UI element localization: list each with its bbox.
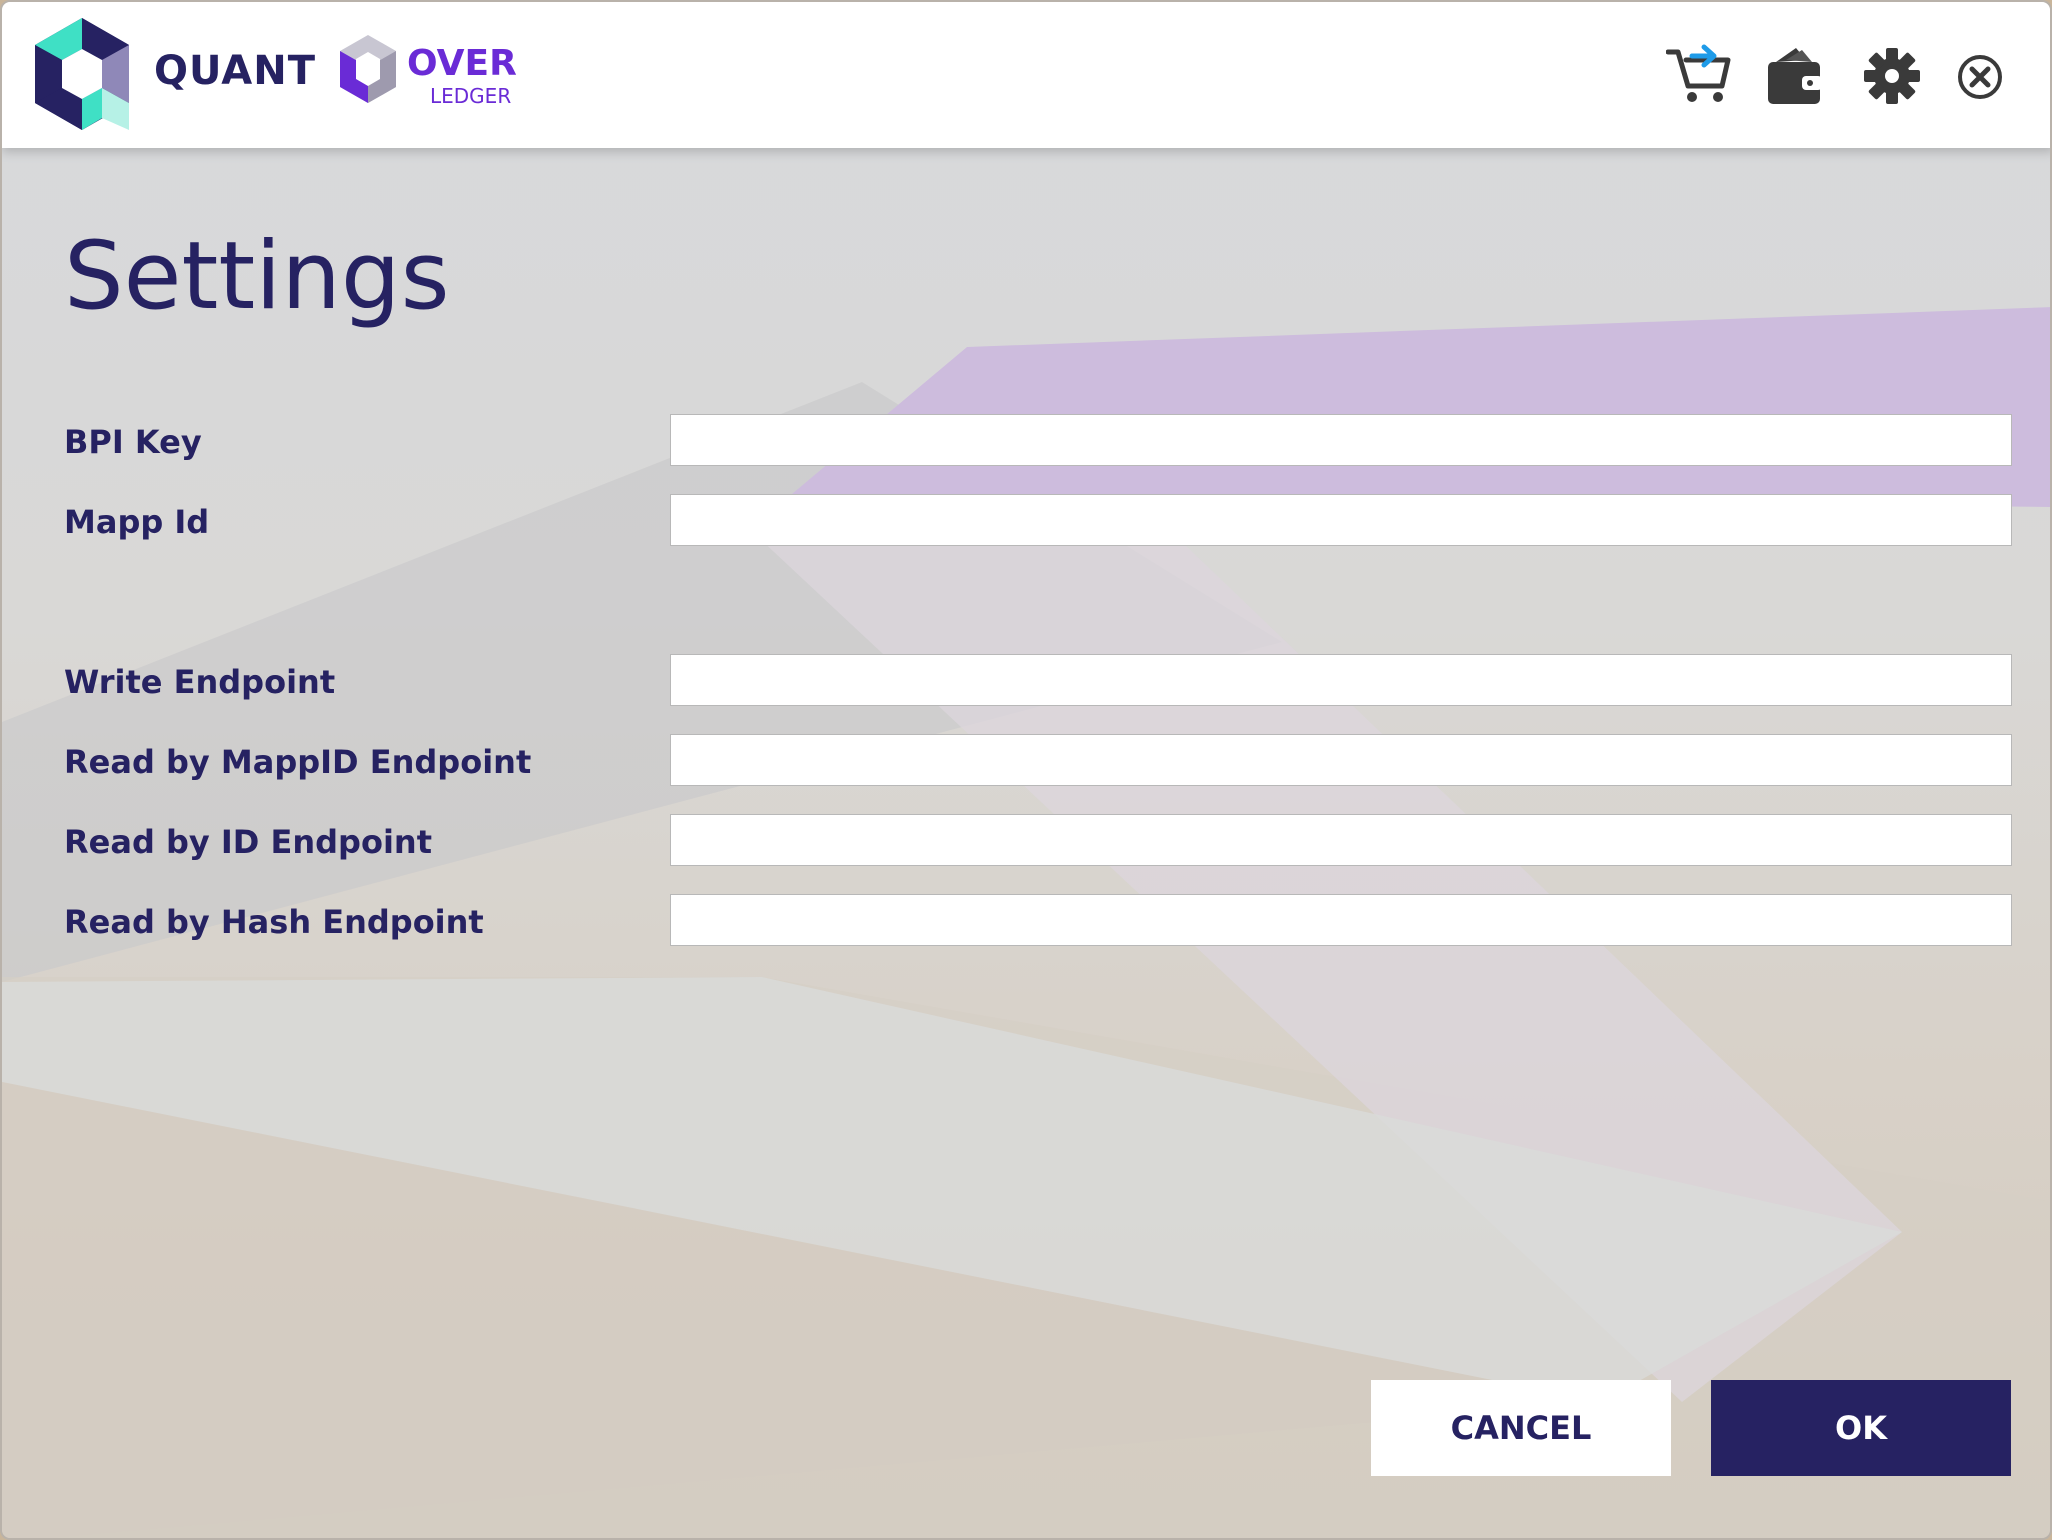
- mapp-id-input[interactable]: [670, 494, 2012, 546]
- overledger-brand-subtext: LEDGER: [430, 84, 512, 108]
- bpi-key-label: BPI Key: [64, 423, 202, 461]
- read-by-id-endpoint-label: Read by ID Endpoint: [64, 823, 432, 861]
- bpi-key-input[interactable]: [670, 414, 2012, 466]
- app-header: QUANT OVER LEDGER: [2, 2, 2050, 148]
- settings-window: QUANT OVER LEDGER Settings BPI Key Mapp …: [0, 0, 2052, 1540]
- wallet-icon[interactable]: [1766, 46, 1824, 106]
- read-by-mappid-endpoint-input[interactable]: [670, 734, 2012, 786]
- overledger-brand-text: OVER: [407, 43, 517, 84]
- write-endpoint-label: Write Endpoint: [64, 663, 336, 701]
- page-title: Settings: [64, 222, 450, 331]
- ok-button[interactable]: OK: [1711, 1380, 2011, 1476]
- read-by-hash-endpoint-label: Read by Hash Endpoint: [64, 903, 484, 941]
- cart-transfer-icon[interactable]: [1666, 42, 1732, 106]
- cancel-button[interactable]: CANCEL: [1371, 1380, 1671, 1476]
- write-endpoint-input[interactable]: [670, 654, 2012, 706]
- quant-logo-icon: [35, 18, 129, 130]
- read-by-hash-endpoint-input[interactable]: [670, 894, 2012, 946]
- mapp-id-label: Mapp Id: [64, 503, 210, 541]
- read-by-mappid-endpoint-label: Read by MappID Endpoint: [64, 743, 532, 781]
- overledger-logo-icon: [340, 35, 396, 103]
- close-icon[interactable]: [1957, 54, 2003, 100]
- gear-icon[interactable]: [1864, 48, 1920, 104]
- quant-brand-text: QUANT: [154, 48, 316, 94]
- read-by-id-endpoint-input[interactable]: [670, 814, 2012, 866]
